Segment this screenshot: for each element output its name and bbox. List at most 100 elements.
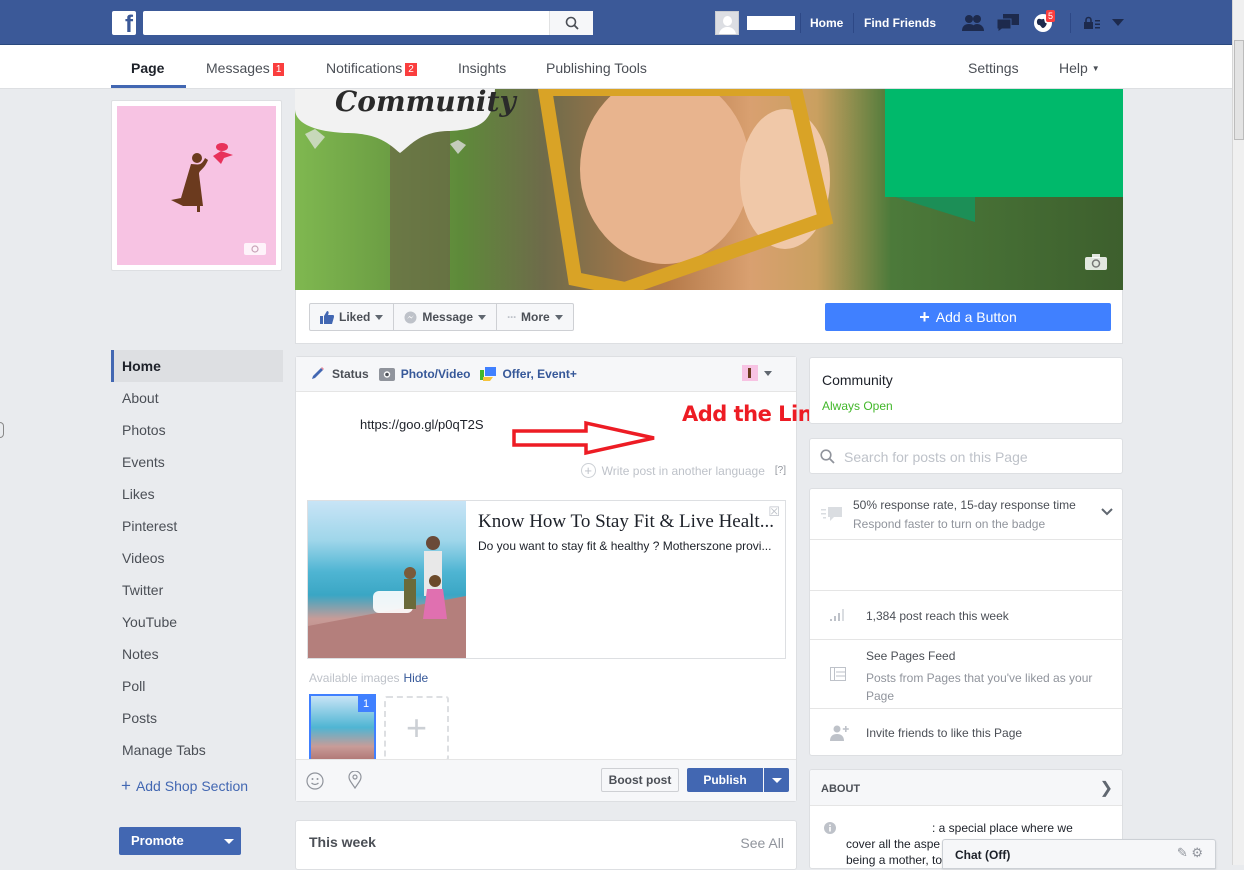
offer-event-icon [480, 367, 497, 381]
redacted-name [747, 16, 795, 30]
see-all-link[interactable]: See All [740, 835, 784, 851]
page-scrollbar[interactable] [1232, 0, 1244, 865]
about-title: ABOUT [821, 783, 861, 795]
link-preview-card[interactable]: Know How To Stay Fit & Live Healt... Do … [307, 500, 786, 659]
boost-post-button[interactable]: Boost post [601, 768, 679, 792]
facebook-logo-icon[interactable]: f [112, 11, 136, 35]
sidebar-item-manage-tabs[interactable]: Manage Tabs [111, 734, 283, 766]
pages-feed-row[interactable]: See Pages Feed Posts from Pages that you… [810, 639, 1123, 708]
sidebar-item-pinterest[interactable]: Pinterest [111, 510, 283, 542]
sidebar-item-notes[interactable]: Notes [111, 638, 283, 670]
about-header[interactable]: ABOUT ❯ [810, 770, 1122, 806]
sidebar-item-poll[interactable]: Poll [111, 670, 283, 702]
sidebar-item-youtube[interactable]: YouTube [111, 606, 283, 638]
tab-photo-video[interactable]: Photo/Video [378, 367, 471, 381]
response-chat-icon [821, 507, 842, 521]
search-input[interactable] [143, 11, 593, 35]
pages-feed-title: See Pages Feed [866, 649, 956, 663]
sidebar-item-about[interactable]: About [111, 382, 283, 414]
gear-icon[interactable]: ⚙ [1191, 845, 1203, 860]
sidebar-item-photos[interactable]: Photos [111, 414, 283, 446]
scrollbar-thumb[interactable] [1234, 40, 1244, 140]
sidebar-item-events[interactable]: Events [111, 446, 283, 478]
selected-image-thumbnail[interactable]: 1 [309, 694, 376, 761]
add-a-button[interactable]: + Add a Button [825, 303, 1111, 331]
tab-publishing-tools[interactable]: Publishing Tools [546, 60, 647, 76]
invite-friends-row[interactable]: Invite friends to like this Page [810, 708, 1123, 756]
help-menu[interactable]: Help ▼ [1059, 60, 1100, 76]
response-rate-text: 50% response rate, 15-day response time [853, 498, 1076, 512]
tab-status[interactable]: Status [310, 367, 369, 381]
available-images-row: Available images Hide [309, 671, 428, 685]
caret-down-icon [375, 314, 384, 320]
feeling-emoji-icon[interactable] [306, 772, 324, 790]
chevron-down-icon[interactable] [1101, 508, 1113, 516]
liked-button[interactable]: Liked [310, 304, 395, 330]
sidebar-item-home[interactable]: Home [111, 350, 283, 382]
post-text-input[interactable]: https://goo.gl/p0qT2S [360, 417, 484, 432]
tab-notifications[interactable]: Notifications 2 [326, 60, 417, 76]
caret-down-icon [478, 314, 487, 320]
image-number-badge: 1 [358, 696, 374, 712]
privacy-shortcuts-button[interactable] [1082, 12, 1102, 34]
sidebar-item-likes[interactable]: Likes [111, 478, 283, 510]
search-icon [820, 449, 835, 464]
divider [1070, 13, 1071, 33]
promote-button[interactable]: Promote [119, 827, 241, 855]
message-button[interactable]: Message [394, 304, 498, 330]
sidebar-item-twitter[interactable]: Twitter [111, 574, 283, 606]
window-edge-marker [0, 422, 4, 438]
cover-photo[interactable]: Community [295, 89, 1123, 290]
friend-requests-button[interactable] [960, 12, 986, 34]
add-shop-label: Add Shop Section [135, 778, 249, 794]
find-friends-link[interactable]: Find Friends [864, 16, 936, 30]
page-tabs-bar: Page Messages 1 Notifications 2 Insights P… [0, 45, 1232, 89]
close-preview-icon[interactable]: ☒ [768, 504, 780, 520]
profile-picture[interactable] [111, 100, 282, 271]
profile-link[interactable] [715, 11, 795, 35]
notifications-button[interactable]: 5 [1030, 10, 1056, 34]
tab-photo-video-label: Photo/Video [400, 367, 471, 381]
tab-page[interactable]: Page [131, 60, 164, 76]
sidebar-item-videos[interactable]: Videos [111, 542, 283, 574]
tab-offer-event[interactable]: Offer, Event+ [480, 367, 577, 381]
page-avatar-icon [742, 365, 758, 381]
write-in-another-language[interactable]: + Write post in another language [?] [580, 463, 786, 478]
location-pin-icon[interactable] [348, 771, 362, 789]
page-search-input[interactable]: Search for posts on this Page [809, 438, 1123, 474]
cover-illustration [295, 89, 1123, 290]
camera-icon[interactable] [1085, 254, 1107, 270]
tab-messages[interactable]: Messages 1 [206, 60, 285, 76]
add-image-button[interactable]: + [384, 696, 449, 761]
help-link[interactable]: [?] [775, 465, 786, 476]
tab-insights[interactable]: Insights [458, 60, 506, 76]
post-reach-row[interactable]: 1,384 post reach this week [810, 590, 1123, 639]
add-shop-section-link[interactable]: + Add Shop Section [111, 772, 283, 800]
publish-options-dropdown[interactable] [764, 768, 789, 792]
empty-row [810, 539, 1123, 590]
caret-down-icon [764, 370, 772, 376]
add-button-label: Add a Button [935, 309, 1017, 325]
chat-status-label: Chat (Off) [955, 848, 1011, 862]
response-hint-text: Respond faster to turn on the badge [853, 517, 1046, 531]
response-rate-row[interactable]: 50% response rate, 15-day response time … [810, 489, 1123, 539]
messages-button[interactable] [995, 12, 1021, 34]
page-category-card: Community Always Open [809, 357, 1123, 424]
tab-label: Page [131, 60, 165, 76]
publish-button[interactable]: Publish [687, 768, 763, 792]
tab-offer-event-label: Offer, Event+ [502, 367, 577, 381]
search-button[interactable] [549, 11, 593, 35]
sidebar-item-posts[interactable]: Posts [111, 702, 283, 734]
composer-tabs: Status Photo/Video Offer, Event+ [296, 357, 796, 392]
more-button[interactable]: ··· More [497, 304, 573, 330]
hours-status: Always Open [822, 399, 893, 413]
link-preview-description: Do you want to stay fit & healthy ? Moth… [478, 539, 772, 553]
account-menu-button[interactable] [1108, 12, 1128, 34]
settings-link[interactable]: Settings [968, 60, 1019, 76]
post-as-selector[interactable] [742, 365, 772, 381]
home-link[interactable]: Home [810, 16, 843, 30]
hide-images-link[interactable]: Hide [404, 671, 429, 685]
new-message-icon[interactable]: ✎ [1177, 845, 1188, 860]
link-preview-image [308, 501, 466, 658]
camera-icon[interactable] [244, 241, 266, 255]
